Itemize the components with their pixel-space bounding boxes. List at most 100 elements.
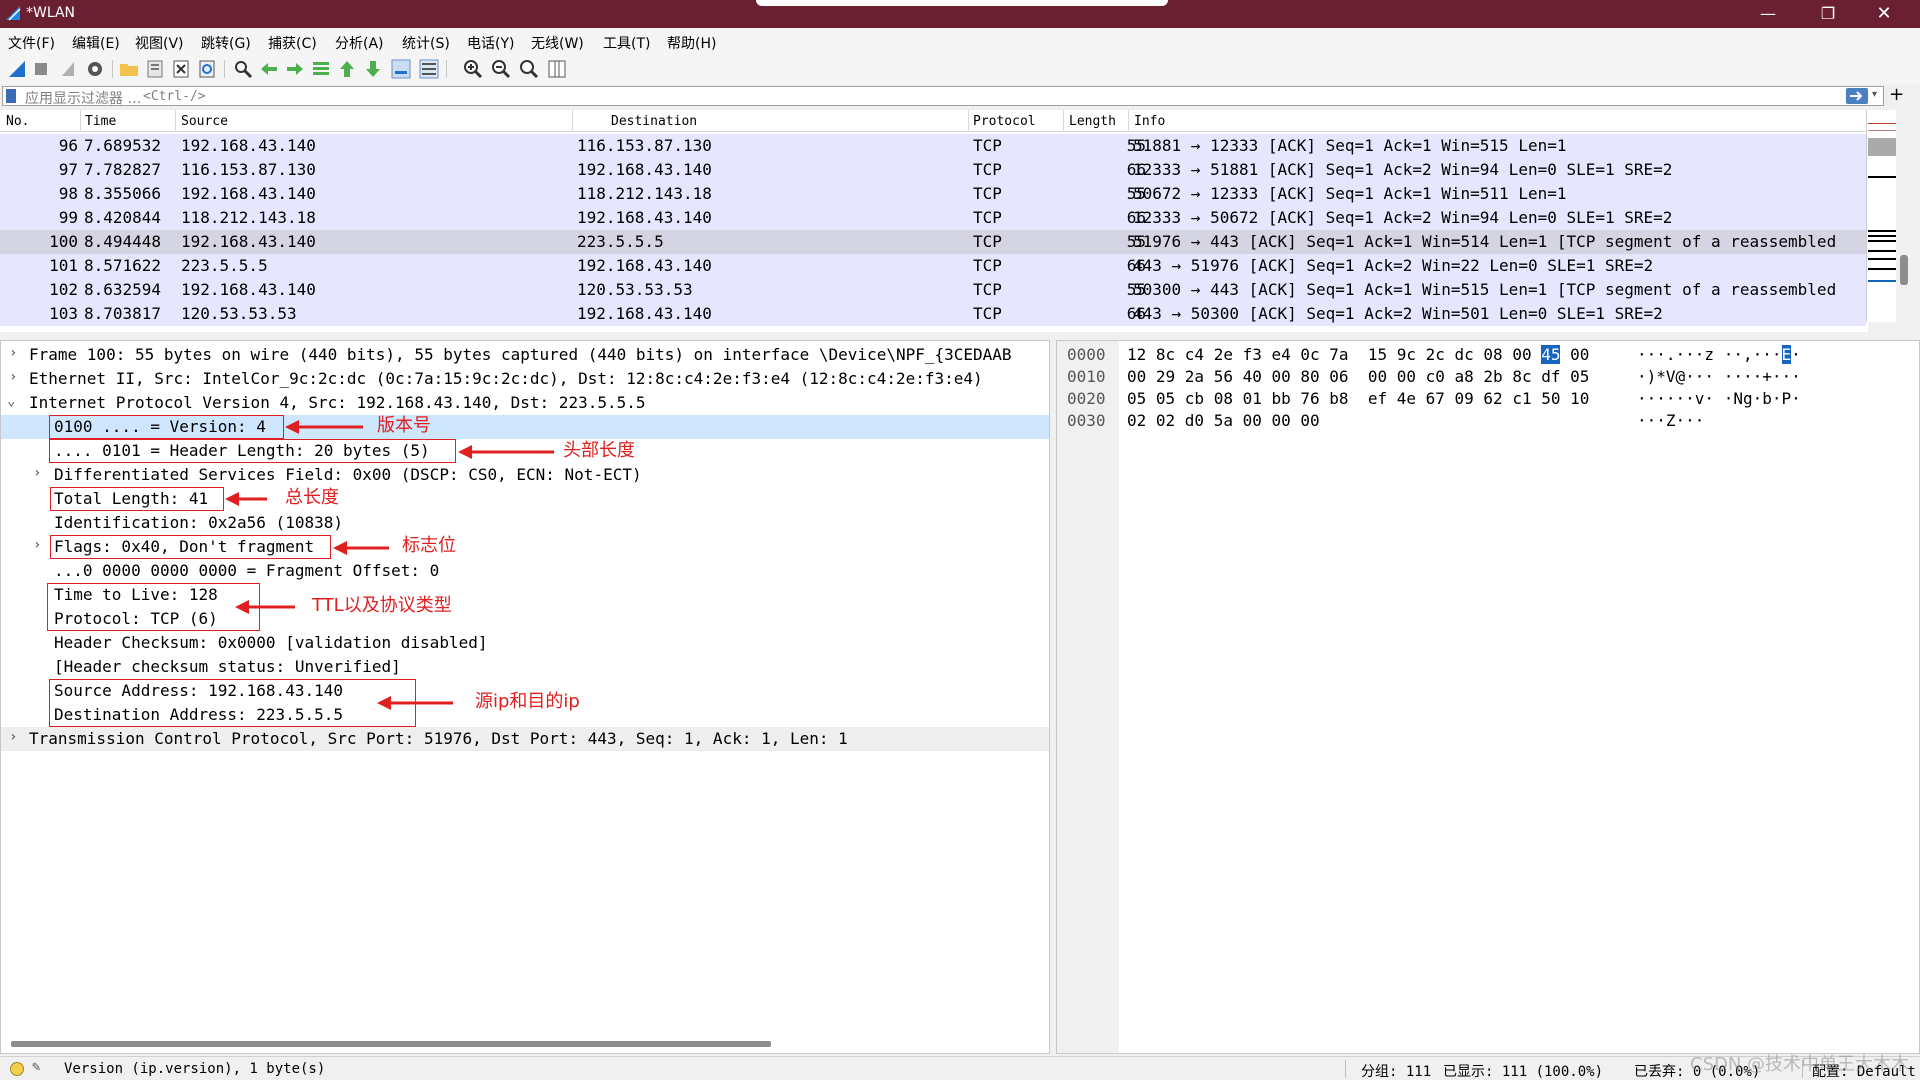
auto-scroll-icon[interactable] [390,58,412,80]
go-back-icon[interactable] [258,58,280,80]
expand-arrow-icon[interactable]: › [33,465,41,481]
display-filter-input[interactable]: 应用显示过滤器 … <Ctrl-/> ▾ [2,86,1884,107]
menu-help[interactable]: 帮助(H) [667,33,716,53]
tree-row-checksum[interactable]: Header Checksum: 0x0000 [validation disa… [1,631,1049,655]
reload-icon[interactable] [196,58,218,80]
normal-size-icon[interactable] [518,58,540,80]
maximize-button[interactable]: ❐ [1800,0,1856,28]
packet-row[interactable]: 100 8.494448 192.168.43.140 223.5.5.5 TCP 55 5… [0,230,1866,254]
byte-ascii[interactable]: ···Z··· [1637,411,1704,430]
filter-bookmark-icon[interactable] [6,89,16,103]
byte-hex[interactable]: 05 05 cb 08 01 bb 76 b8 ef 4e 67 09 62 c… [1127,389,1589,408]
tree-row-checksum-status[interactable]: [Header checksum status: Unverified] [1,655,1049,679]
menu-analyze[interactable]: 分析(A) [335,33,384,53]
packet-details[interactable]: › Frame 100: 55 bytes on wire (440 bits)… [0,340,1050,1054]
expand-arrow-icon[interactable]: › [9,729,17,745]
col-header-no[interactable]: No. [6,114,29,129]
annotation-arrow-icon [377,696,453,710]
byte-row[interactable]: 0020 05 05 cb 08 01 bb 76 b8 ef 4e 67 09 … [1057,387,1919,409]
packet-cell-dst: 192.168.43.140 [577,160,712,179]
selected-byte-ascii: E [1781,345,1792,364]
first-packet-icon[interactable] [336,58,358,80]
byte-hex[interactable]: 00 29 2a 56 40 00 80 06 00 00 c0 a8 2b 8… [1127,367,1589,386]
start-capture-icon[interactable] [6,58,28,80]
tree-row-identification[interactable]: Identification: 0x2a56 (10838) [1,511,1049,535]
menu-statistics[interactable]: 统计(S) [402,33,450,53]
filter-dropdown-icon[interactable]: ▾ [1872,89,1877,100]
col-header-protocol[interactable]: Protocol [973,114,1036,129]
collapse-arrow-icon[interactable]: ⌄ [7,393,15,409]
save-file-icon[interactable] [144,58,166,80]
open-file-icon[interactable] [118,58,140,80]
go-forward-icon[interactable] [284,58,306,80]
tree-row-fragment-offset[interactable]: ...0 0000 0000 0000 = Fragment Offset: 0 [1,559,1049,583]
close-button[interactable]: ✕ [1856,0,1912,28]
tree-row-tcp[interactable]: › Transmission Control Protocol, Src Por… [1,727,1049,751]
packet-row[interactable]: 96 7.689532 192.168.43.140 116.153.87.130 TC… [0,134,1866,158]
minimize-button[interactable]: — [1740,0,1796,28]
packet-row[interactable]: 97 7.782827 116.153.87.130 192.168.43.140 TC… [0,158,1866,182]
packet-cell-time: 8.571622 [84,256,162,275]
menu-edit[interactable]: 编辑(E) [72,33,120,53]
details-hscrollbar[interactable] [1,1039,1049,1049]
col-header-destination[interactable]: Destination [611,114,697,129]
menu-file[interactable]: 文件(F) [8,33,55,53]
capture-comment-icon[interactable]: ✎ [32,1059,40,1075]
packet-row[interactable]: 98 8.355066 192.168.43.140 118.212.143.18 TC… [0,182,1866,206]
byte-hex-text: 05 05 cb 08 01 bb 76 b8 ef 4e 67 09 62 c… [1127,389,1590,408]
apply-filter-icon[interactable] [1846,88,1868,104]
packet-list[interactable]: No. Time Source Destination Protocol Len… [0,110,1868,332]
menu-view[interactable]: 视图(V) [135,33,184,53]
byte-hex[interactable]: 02 02 d0 5a 00 00 00 [1127,411,1320,430]
tree-row-dsfield[interactable]: › Differentiated Services Field: 0x00 (D… [1,463,1049,487]
byte-row[interactable]: 0000 12 8c c4 2e f3 e4 0c 7a 15 9c 2c dc … [1057,343,1919,365]
packet-row[interactable]: 101 8.571622 223.5.5.5 192.168.43.140 TCP 66 4… [0,254,1866,278]
byte-ascii[interactable]: ···.···z ··,···E· [1637,345,1801,364]
menu-wireless[interactable]: 无线(W) [531,33,584,53]
menu-go[interactable]: 跳转(G) [201,33,251,53]
packet-cell-dst: 192.168.43.140 [577,208,712,227]
col-header-length[interactable]: Length [1069,114,1116,129]
packet-bytes[interactable]: 0000 12 8c c4 2e f3 e4 0c 7a 15 9c 2c dc … [1056,340,1920,1054]
menu-capture[interactable]: 捕获(C) [268,33,317,53]
col-header-time[interactable]: Time [85,114,116,129]
resize-columns-icon[interactable] [546,58,568,80]
zoom-out-icon[interactable] [490,58,512,80]
packet-cell-time: 8.494448 [84,232,162,251]
close-file-icon[interactable] [170,58,192,80]
expand-arrow-icon[interactable]: › [33,537,41,553]
find-packet-icon[interactable] [232,58,254,80]
menu-telephony[interactable]: 电话(Y) [467,33,514,53]
restart-capture-icon[interactable] [58,58,80,80]
packet-list-vscroll-thumb[interactable] [1900,255,1908,285]
expert-info-icon[interactable] [10,1062,24,1076]
last-packet-icon[interactable] [362,58,384,80]
packet-row[interactable]: 102 8.632594 192.168.43.140 120.53.53.53 TCP… [0,278,1866,302]
expand-arrow-icon[interactable]: › [9,345,17,361]
hscroll-thumb[interactable] [11,1041,771,1047]
packet-minimap[interactable] [1866,110,1896,322]
tree-row-ethernet[interactable]: › Ethernet II, Src: IntelCor_9c:2c:dc (0… [1,367,1049,391]
selected-byte-hex: 45 [1541,345,1561,364]
byte-hex[interactable]: 12 8c c4 2e f3 e4 0c 7a 15 9c 2c dc 08 0… [1127,345,1589,364]
tree-row-ipv4[interactable]: ⌄ Internet Protocol Version 4, Src: 192.… [1,391,1049,415]
title-search-box[interactable] [756,0,1168,6]
byte-ascii[interactable]: ······v· ·Ng·b·P· [1637,389,1801,408]
packet-row[interactable]: 99 8.420844 118.212.143.18 192.168.43.140 TC… [0,206,1866,230]
stop-capture-icon[interactable] [30,58,52,80]
col-header-source[interactable]: Source [181,114,228,129]
byte-row[interactable]: 0030 02 02 d0 5a 00 00 00 ···Z··· [1057,409,1919,431]
go-to-packet-icon[interactable] [310,58,332,80]
add-filter-button[interactable]: + [1889,84,1904,105]
zoom-in-icon[interactable] [462,58,484,80]
packet-row[interactable]: 103 8.703817 120.53.53.53 192.168.43.140 TCP… [0,302,1866,326]
byte-row[interactable]: 0010 00 29 2a 56 40 00 80 06 00 00 c0 a8 … [1057,365,1919,387]
colorize-icon[interactable] [418,58,440,80]
byte-ascii[interactable]: ·)*V@··· ····+··· [1637,367,1801,386]
menu-tools[interactable]: 工具(T) [603,33,650,53]
col-header-info[interactable]: Info [1134,114,1165,129]
status-packets: 分组: 111 [1361,1064,1432,1080]
tree-row-frame[interactable]: › Frame 100: 55 bytes on wire (440 bits)… [1,343,1049,367]
capture-options-icon[interactable] [84,58,106,80]
expand-arrow-icon[interactable]: › [9,369,17,385]
